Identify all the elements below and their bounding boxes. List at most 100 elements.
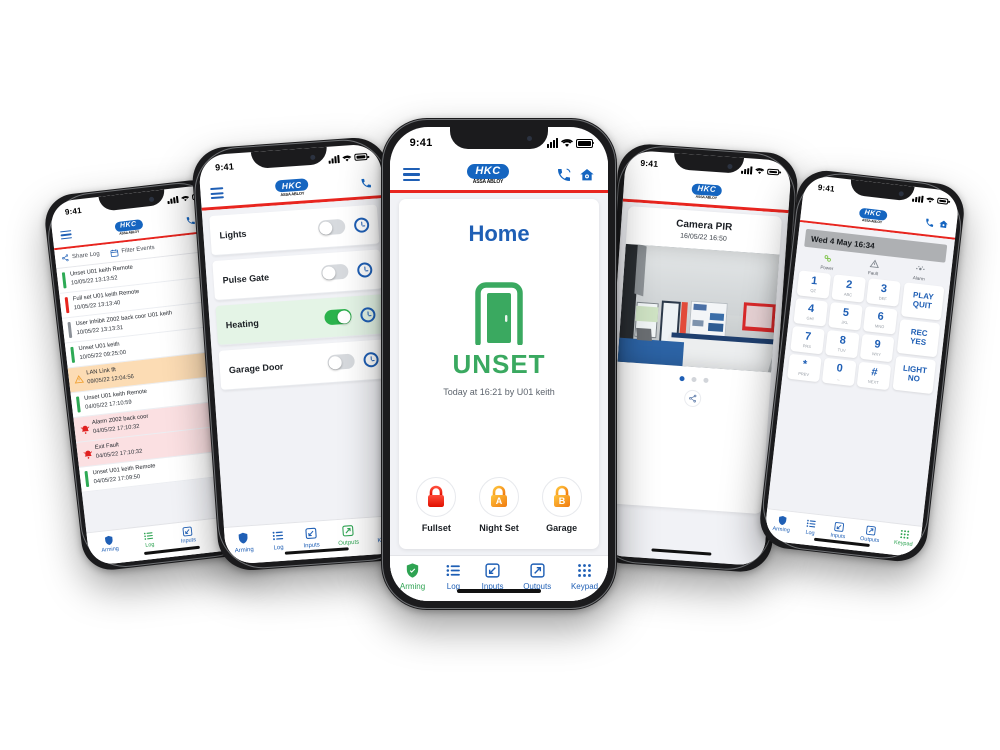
keypad-key-*[interactable]: * PREV — [787, 353, 822, 382]
phone-call-icon[interactable] — [924, 217, 935, 228]
tab-keypad[interactable]: Keypad — [571, 562, 598, 591]
keypad-key-sub: PREV — [798, 370, 810, 377]
menu-icon[interactable] — [210, 186, 224, 200]
keypad-key-0[interactable]: 0 _ — [821, 357, 857, 386]
keypad-key-number: 7 — [804, 329, 812, 343]
tab-inputs[interactable]: Inputs — [830, 521, 847, 541]
tab-outputs[interactable]: Outputs — [860, 524, 881, 545]
output-toggle[interactable] — [317, 218, 346, 236]
status-time: 9:41 — [64, 205, 83, 217]
menu-icon[interactable] — [60, 229, 73, 241]
output-row[interactable]: Garage Door — [218, 339, 389, 391]
warning-icon — [869, 259, 879, 268]
schedule-clock-icon[interactable] — [353, 217, 370, 234]
status-time: 9:41 — [817, 182, 836, 194]
list-icon — [806, 519, 816, 528]
tab-arming[interactable]: Arming — [772, 514, 791, 534]
carousel-dot[interactable] — [702, 377, 709, 383]
output-row[interactable]: Pulse Gate — [212, 249, 383, 302]
keypad-key-3[interactable]: 3 DEF — [866, 277, 901, 307]
keypad-function-light[interactable]: LIGHT NO — [892, 355, 937, 395]
indicator-label: Power — [820, 264, 834, 271]
hkc-logo: HKC ASSA ABLOY — [858, 207, 888, 224]
home-camera-icon[interactable] — [579, 167, 595, 183]
phone-call-icon[interactable] — [556, 167, 572, 183]
tab-label: Keypad — [570, 582, 599, 591]
keypad-key-5[interactable]: 5 JKL — [828, 301, 863, 331]
share-log-button[interactable]: Share Log — [61, 250, 100, 262]
output-toggle[interactable] — [320, 263, 349, 281]
arming-action-garage[interactable]: B Garage — [541, 477, 582, 533]
keypad-function-play[interactable]: PLAY QUIT — [900, 281, 945, 321]
arrow-out-icon — [530, 563, 545, 578]
toggle-knob — [321, 265, 336, 280]
keypad-key-8[interactable]: 8 TUV — [825, 329, 860, 358]
action-circle[interactable]: B — [541, 477, 582, 517]
home-camera-icon[interactable] — [938, 219, 949, 230]
output-toggle[interactable] — [324, 308, 352, 326]
arming-action-night-set[interactable]: A Night Set — [478, 477, 519, 533]
carousel-dot[interactable] — [678, 375, 685, 382]
tab-bar[interactable]: Arming Log Inputs Outputs Keypad — [390, 555, 608, 601]
keypad-key-number: 3 — [880, 282, 888, 295]
system-state-detail: Today at 16:21 by U01 keith — [443, 387, 555, 397]
tab-arming[interactable]: Arming — [400, 562, 425, 591]
keypad-functions[interactable]: PLAY QUIT REC YES LIGHT NO — [892, 281, 945, 395]
output-row[interactable]: Heating — [215, 294, 386, 346]
indicator-alarm: Alarm — [913, 263, 927, 281]
tab-outputs[interactable]: Outputs — [523, 562, 551, 591]
keypad-key-#[interactable]: # NEXT — [856, 361, 892, 390]
tab-log[interactable]: Log — [804, 518, 817, 538]
tab-log[interactable]: Log — [143, 530, 156, 550]
keypad-function-rec[interactable]: REC YES — [896, 318, 941, 358]
outputs-list[interactable]: Lights Pulse Gate Heating Garage Door — [202, 198, 396, 391]
menu-icon[interactable] — [403, 166, 420, 183]
filter-events-button[interactable]: Filter Events — [109, 243, 155, 257]
share-log-label: Share Log — [71, 251, 101, 261]
status-time: 9:41 — [214, 160, 235, 173]
keypad-digits[interactable]: 1 QZ 2 ABC 3 DEF 4 GHI 5 JKL 6 MNO 7 PRS 8 TUV 9 WXY * PREV… — [787, 269, 901, 390]
grid-icon — [578, 564, 591, 577]
keypad-body: Wed 4 May 16:34 Power Fault Alarm 1 QZ 2… — [763, 222, 955, 558]
keypad-key-4[interactable]: 4 GHI — [793, 297, 829, 327]
list-icon — [446, 564, 460, 577]
keypad-key-2[interactable]: 2 ABC — [831, 273, 867, 303]
keypad-key-7[interactable]: 7 PRS — [790, 325, 825, 354]
share-icon — [62, 254, 69, 262]
carousel-dot[interactable] — [690, 376, 697, 383]
tab-log[interactable]: Log — [271, 529, 286, 552]
arrow-in-icon — [182, 526, 193, 537]
action-circle[interactable] — [416, 477, 457, 517]
keypad-key-number: 6 — [877, 309, 885, 323]
action-circle[interactable]: A — [478, 477, 519, 517]
schedule-clock-icon[interactable] — [359, 306, 376, 323]
tab-arming[interactable]: Arming — [233, 531, 254, 554]
tab-inputs[interactable]: Inputs — [302, 526, 320, 549]
carousel-dots[interactable] — [617, 372, 771, 388]
output-name: Garage Door — [228, 360, 284, 375]
tab-label: Arming — [399, 582, 426, 591]
output-row[interactable]: Lights — [209, 204, 380, 257]
tab-inputs[interactable]: Inputs — [179, 525, 196, 545]
keypad-key-6[interactable]: 6 MNO — [863, 305, 898, 335]
tab-keypad[interactable]: Keypad — [894, 528, 915, 548]
tab-arming[interactable]: Arming — [100, 534, 119, 554]
keypad-key-sub: _ — [837, 374, 840, 381]
schedule-clock-icon[interactable] — [356, 261, 373, 278]
keypad-key-sub: PRS — [802, 342, 812, 349]
camera-image[interactable] — [617, 243, 780, 373]
tab-outputs[interactable]: Outputs — [337, 524, 359, 547]
arming-actions[interactable]: Fullset A Night Set B Garage — [405, 477, 593, 533]
output-toggle[interactable] — [327, 353, 356, 371]
keypad-key-9[interactable]: 9 WXY — [859, 333, 895, 362]
arming-action-fullset[interactable]: Fullset — [416, 477, 457, 533]
tab-inputs[interactable]: Inputs — [482, 562, 503, 591]
keypad-key-number: 8 — [839, 333, 847, 347]
share-button[interactable] — [683, 389, 702, 408]
schedule-clock-icon[interactable] — [363, 351, 380, 368]
keypad-grid[interactable]: 1 QZ 2 ABC 3 DEF 4 GHI 5 JKL 6 MNO 7 PRS 8 TUV 9 WXY * PREV… — [787, 269, 945, 395]
signal-icon — [328, 154, 340, 164]
phone-call-icon[interactable] — [360, 176, 373, 189]
tab-log[interactable]: Log — [445, 562, 462, 591]
keypad-key-1[interactable]: 1 QZ — [796, 269, 832, 299]
